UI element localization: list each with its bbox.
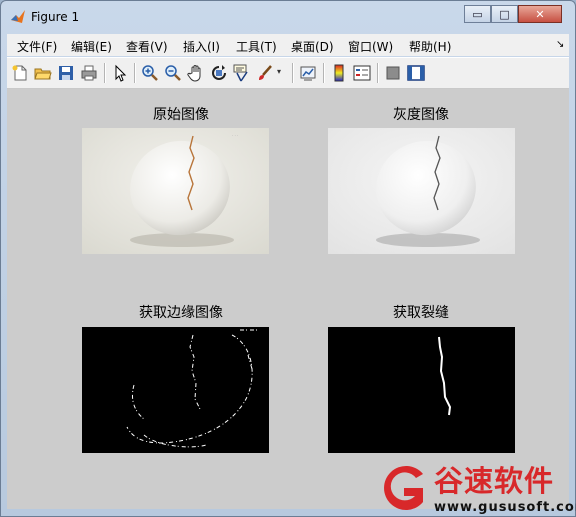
menu-help[interactable]: 帮助(H) [409, 38, 451, 55]
svg-text:· · ·: · · · [232, 133, 238, 138]
maximize-icon: □ [499, 7, 510, 21]
toolbar-separator [134, 63, 136, 83]
toolbar-separator [292, 63, 294, 83]
title-bar[interactable]: Figure 1 ▭ □ ✕ [1, 1, 575, 33]
menu-desktop[interactable]: 桌面(D) [291, 38, 334, 55]
dropdown-arrow-icon[interactable]: ▾ [277, 67, 285, 76]
menu-file[interactable]: 文件(F) [17, 38, 57, 55]
save-icon[interactable] [57, 64, 75, 82]
gusu-logo-icon [384, 466, 423, 510]
data-cursor-icon[interactable] [233, 64, 251, 82]
window-title: Figure 1 [31, 10, 80, 24]
subplot-title-edges: 获取边缘图像 [139, 305, 223, 321]
toolbar-separator [323, 63, 325, 83]
minimize-button[interactable]: ▭ [464, 5, 491, 23]
new-file-icon[interactable] [11, 64, 29, 82]
subplot-title-crack: 获取裂缝 [393, 305, 449, 321]
legend-icon[interactable] [353, 64, 371, 82]
zoom-out-icon[interactable] [164, 64, 182, 82]
figure-window: Figure 1 ▭ □ ✕ 文件(F) 编辑(E) 查看(V) 插入(I) 工… [0, 0, 576, 517]
brush-icon[interactable] [256, 64, 274, 82]
menu-view[interactable]: 查看(V) [126, 38, 168, 55]
watermark-brand: 谷速软件 [434, 464, 555, 498]
print-icon[interactable] [80, 64, 98, 82]
subplot-title-grayscale: 灰度图像 [393, 107, 449, 123]
toolbar-separator [104, 63, 106, 83]
menu-tools[interactable]: 工具(T) [236, 38, 277, 55]
subplot-grayscale-image [328, 128, 515, 254]
watermark-url: www.gususoft.com [434, 500, 576, 515]
subplot-edge-image [82, 327, 269, 453]
subplot-original-image: · · · [82, 128, 269, 254]
pan-hand-icon[interactable] [187, 64, 205, 82]
toolbar-separator [377, 63, 379, 83]
close-button[interactable]: ✕ [518, 5, 562, 23]
hide-plot-tools-icon[interactable] [384, 64, 402, 82]
watermark-logo: 谷速软件 www.gususoft.com [374, 456, 576, 517]
rotate-3d-icon[interactable] [210, 64, 228, 82]
link-plot-icon[interactable] [299, 64, 317, 82]
menu-bar: 文件(F) 编辑(E) 查看(V) 插入(I) 工具(T) 桌面(D) 窗口(W… [7, 34, 569, 56]
open-folder-icon[interactable] [34, 64, 52, 82]
subplot-crack-image [328, 327, 515, 453]
pointer-icon[interactable] [111, 64, 129, 82]
close-icon: ✕ [535, 7, 545, 21]
maximize-button[interactable]: □ [491, 5, 518, 23]
show-plot-tools-icon[interactable] [407, 64, 425, 82]
menu-window[interactable]: 窗口(W) [348, 38, 393, 55]
toolbar: ▾ [7, 57, 569, 89]
zoom-in-icon[interactable] [141, 64, 159, 82]
menu-dock-icon[interactable]: ↘ [556, 39, 564, 50]
minimize-icon: ▭ [472, 7, 483, 21]
colorbar-icon[interactable] [330, 64, 348, 82]
matlab-logo-icon [11, 10, 25, 23]
figure-canvas[interactable]: 原始图像 · · · 灰度图像 获取边缘图像 获取裂缝 [7, 89, 569, 509]
menu-insert[interactable]: 插入(I) [183, 38, 220, 55]
subplot-title-original: 原始图像 [153, 107, 209, 123]
menu-edit[interactable]: 编辑(E) [71, 38, 112, 55]
